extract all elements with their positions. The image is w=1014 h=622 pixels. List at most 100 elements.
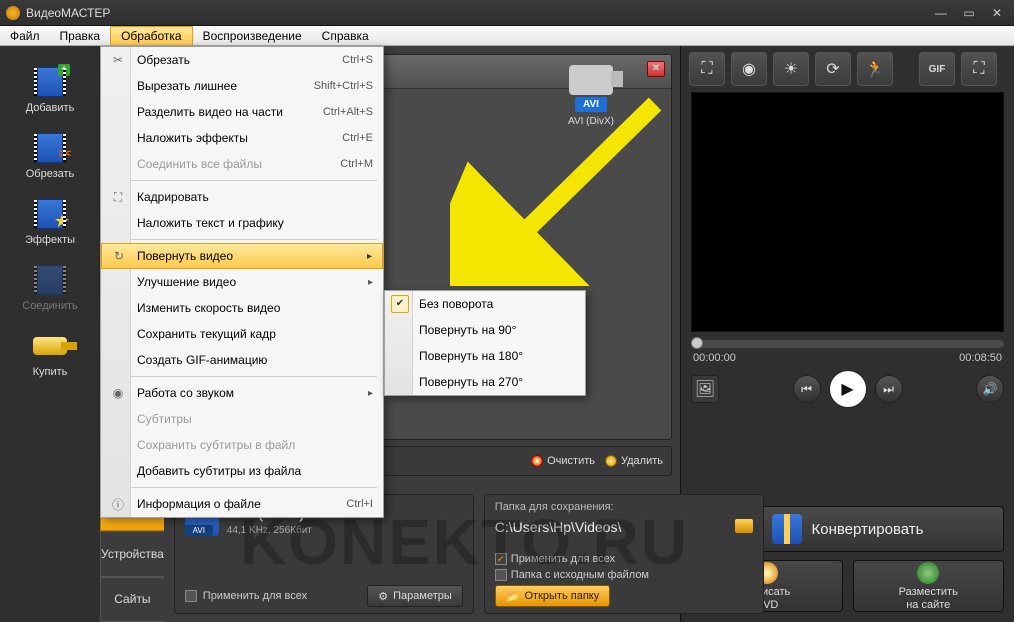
menu-item: Соединить все файлы Ctrl+M	[101, 151, 383, 177]
processing-menu: ✂ Обрезать Ctrl+S Вырезать лишнееShift+Ctrl…	[100, 46, 384, 518]
brightness-tool-button[interactable]: ☀	[773, 52, 809, 86]
delete-file-button[interactable]: −Удалить	[605, 455, 663, 467]
folder-apply-all-checkbox[interactable]: ✔	[495, 553, 507, 565]
menu-item-shortcut: Ctrl+I	[346, 498, 373, 510]
tab-sites[interactable]: Сайты	[100, 577, 164, 622]
menu-item[interactable]: Наложить эффекты Ctrl+E	[101, 125, 383, 151]
open-folder-button[interactable]: 📂Открыть папку	[495, 585, 610, 607]
snapshot-button[interactable]: 🖼	[691, 375, 719, 403]
sidebar-buy-label: Купить	[33, 366, 68, 378]
menu-item-label: Улучшение видео	[137, 275, 236, 289]
menu-item[interactable]: ⛶ Кадрировать	[101, 184, 383, 210]
globe-icon	[917, 562, 939, 584]
crop-tool-button[interactable]: ⛶	[689, 52, 725, 86]
submenu-item[interactable]: Повернуть на 180°	[385, 343, 585, 369]
gif-tool-button[interactable]: GIF	[919, 52, 955, 86]
menu-item-label: Кадрировать	[137, 190, 209, 204]
next-button[interactable]: ⏭	[875, 375, 903, 403]
menu-processing[interactable]: Обработка	[110, 26, 193, 45]
output-folder-panel: Папка для сохранения: C:\Users\Hp\Videos…	[484, 494, 764, 614]
menu-item-shortcut: Ctrl+E	[342, 132, 373, 144]
seek-knob[interactable]	[691, 337, 703, 349]
sidebar-add-label: Добавить	[26, 102, 75, 114]
sidebar-cut[interactable]: ✂Обрезать	[8, 126, 92, 186]
menu-item-shortcut: Ctrl+S	[342, 54, 373, 66]
menu-item-label: Повернуть видео	[137, 249, 233, 263]
format-apply-all-checkbox[interactable]	[185, 590, 197, 602]
minimize-button[interactable]: —	[930, 5, 952, 21]
source-folder-checkbox[interactable]	[495, 569, 507, 581]
output-folder-title: Папка для сохранения:	[495, 501, 753, 513]
menu-item[interactable]: Наложить текст и графику	[101, 210, 383, 236]
menu-edit[interactable]: Правка	[50, 26, 111, 45]
play-button[interactable]: ▶	[829, 370, 867, 408]
video-preview[interactable]	[691, 92, 1004, 332]
menu-item-shortcut: Ctrl+M	[340, 158, 373, 170]
seek-bar[interactable]	[691, 340, 1004, 348]
rotate-submenu: Без поворотаПовернуть на 90°Повернуть на…	[384, 290, 586, 396]
camera-icon	[569, 65, 613, 95]
sidebar-join: Соединить	[8, 258, 92, 318]
gear-icon: ⚙	[378, 590, 388, 603]
menu-item[interactable]: Вырезать лишнееShift+Ctrl+S	[101, 73, 383, 99]
volume-button[interactable]: 🔊	[976, 375, 1004, 403]
menu-item[interactable]: ↻Повернуть видео▸	[101, 243, 383, 269]
menu-item-icon: ↻	[110, 249, 128, 263]
menu-item-label: Наложить текст и графику	[137, 216, 284, 230]
menu-item[interactable]: ✂ Обрезать Ctrl+S	[101, 47, 383, 73]
menu-item-label: Добавить субтитры из файла	[137, 464, 301, 478]
sidebar-add[interactable]: +Добавить	[8, 60, 92, 120]
menu-item[interactable]: Изменить скорость видео	[101, 295, 383, 321]
submenu-item[interactable]: Повернуть на 270°	[385, 369, 585, 395]
key-icon	[33, 337, 67, 355]
sidebar-buy[interactable]: Купить	[8, 324, 92, 384]
rotate-tool-button[interactable]: ⟳	[815, 52, 851, 86]
file-format-box[interactable]: AVI AVI (DivX)	[551, 65, 631, 127]
enhance-tool-button[interactable]: ◉	[731, 52, 767, 86]
menu-item[interactable]: Улучшение видео▸	[101, 269, 383, 295]
format-apply-all-label: Применить для всех	[203, 590, 307, 602]
menu-item[interactable]: Сохранить текущий кадр	[101, 321, 383, 347]
menu-item[interactable]: Создать GIF-анимацию	[101, 347, 383, 373]
source-folder-label: Папка с исходным файлом	[511, 569, 649, 581]
menu-help[interactable]: Справка	[312, 26, 379, 45]
convert-icon	[772, 514, 802, 544]
menu-item[interactable]: ⓘ Информация о файле Ctrl+I	[101, 491, 383, 517]
menu-item-label: Сохранить текущий кадр	[137, 327, 276, 341]
menu-item[interactable]: ◉Работа со звуком▸	[101, 380, 383, 406]
file-remove-button[interactable]: ✕	[647, 61, 665, 77]
menu-item-icon: ⛶	[109, 190, 127, 205]
menu-item-label: Обрезать	[137, 53, 190, 67]
app-logo-icon	[6, 6, 20, 20]
tab-devices[interactable]: Устройства	[100, 531, 164, 576]
prev-button[interactable]: ⏮	[793, 375, 821, 403]
sidebar-effects[interactable]: ★Эффекты	[8, 192, 92, 252]
submenu-item[interactable]: Без поворота	[385, 291, 585, 317]
menu-item-label: Работа со звуком	[137, 386, 234, 400]
speed-tool-button[interactable]: 🏃	[857, 52, 893, 86]
menu-item-label: Информация о файле	[137, 497, 261, 511]
menu-item[interactable]: Добавить субтитры из файла	[101, 458, 383, 484]
file-format-caption: AVI (DivX)	[551, 116, 631, 127]
folder-icon[interactable]	[735, 519, 753, 533]
parameters-button[interactable]: ⚙Параметры	[367, 585, 463, 607]
menu-item-icon: ⓘ	[109, 496, 127, 513]
menu-file[interactable]: Файл	[0, 26, 50, 45]
titlebar: ВидеоМАСТЕР — ▭ ✕	[0, 0, 1014, 26]
submenu-item[interactable]: Повернуть на 90°	[385, 317, 585, 343]
time-total: 00:08:50	[959, 352, 1002, 364]
menu-item-label: Наложить эффекты	[137, 131, 248, 145]
menu-item-label: Вырезать лишнее	[137, 79, 237, 93]
output-folder-path[interactable]: C:\Users\Hp\Videos\	[495, 519, 622, 535]
fullscreen-tool-button[interactable]: ⛶	[961, 52, 997, 86]
menu-item-label: Разделить видео на части	[137, 105, 283, 119]
menu-item-icon: ✂	[109, 53, 127, 67]
menu-item-label: Соединить все файлы	[137, 157, 262, 171]
menu-playback[interactable]: Воспроизведение	[193, 26, 312, 45]
menu-item[interactable]: Разделить видео на частиCtrl+Alt+S	[101, 99, 383, 125]
publish-web-button[interactable]: Разместитьна сайте	[853, 560, 1005, 612]
clear-list-button[interactable]: ✕Очистить	[531, 455, 595, 467]
maximize-button[interactable]: ▭	[958, 5, 980, 21]
preview-toolbar: ⛶ ◉ ☀ ⟳ 🏃 GIF ⛶	[681, 46, 1014, 92]
close-button[interactable]: ✕	[986, 5, 1008, 21]
